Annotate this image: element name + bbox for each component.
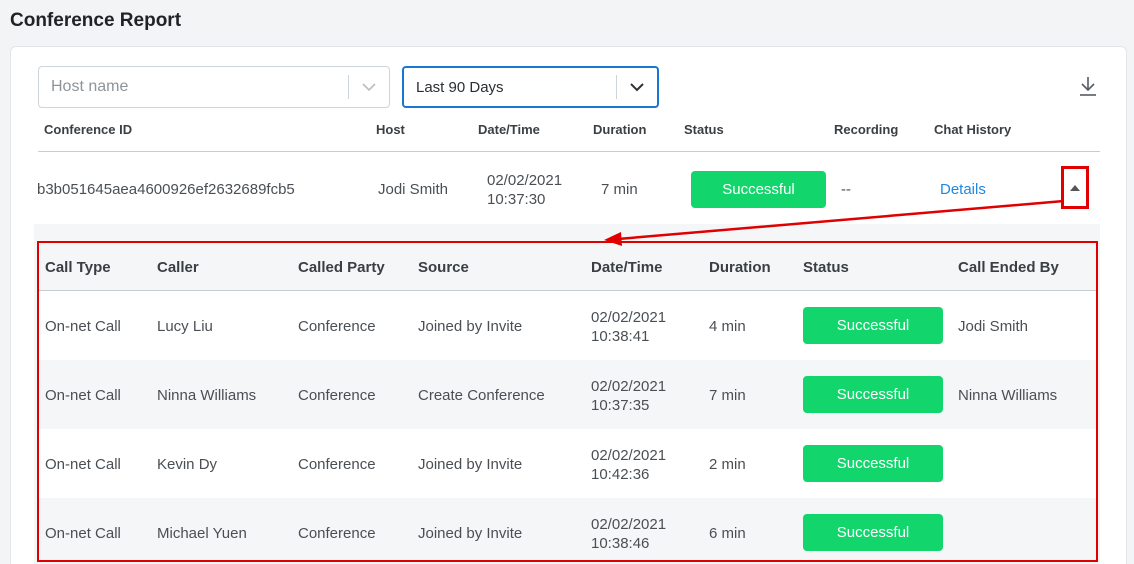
call-type: On-net Call — [45, 525, 121, 542]
source: Joined by Invite — [418, 525, 523, 542]
call-type: On-net Call — [45, 387, 121, 404]
call-type: On-net Call — [45, 318, 121, 335]
call-time: 10:37:35 — [591, 397, 650, 414]
host-name: Jodi Smith — [378, 181, 449, 198]
date-range-value: Last 90 Days — [416, 78, 504, 96]
call-duration: 4 min — [709, 318, 746, 335]
header-divider — [38, 151, 1100, 152]
called-party: Conference — [298, 456, 376, 473]
download-icon[interactable] — [1076, 74, 1100, 98]
table-row: On-net Call Michael Yuen Conference Join… — [39, 498, 1096, 560]
called-party: Conference — [298, 525, 376, 542]
col-call-duration: Duration — [709, 259, 771, 276]
call-date: 02/02/2021 — [591, 378, 667, 395]
table-row: On-net Call Lucy Liu Conference Joined b… — [39, 291, 1096, 360]
col-recording: Recording — [834, 122, 899, 137]
call-duration: 7 min — [709, 387, 746, 404]
status-badge: Successful — [803, 376, 943, 413]
call-duration: 2 min — [709, 456, 746, 473]
call-date: 02/02/2021 — [591, 447, 667, 464]
recording-value: -- — [841, 181, 851, 198]
status-badge: Successful — [803, 514, 943, 551]
col-call-ended-by: Call Ended By — [958, 259, 1059, 276]
col-conference-id: Conference ID — [44, 122, 133, 137]
call-time: 10:42:36 — [591, 466, 650, 483]
col-caller: Caller — [157, 259, 199, 276]
col-call-date-time: Date/Time — [591, 259, 663, 276]
call-date: 02/02/2021 — [591, 516, 667, 533]
col-status: Status — [684, 122, 724, 137]
host-name-placeholder: Host name — [51, 78, 129, 95]
conference-duration: 7 min — [601, 181, 638, 198]
status-badge: Successful — [803, 445, 943, 482]
called-party: Conference — [298, 318, 376, 335]
host-name-select[interactable]: Host name — [38, 66, 390, 108]
call-date: 02/02/2021 — [591, 309, 667, 326]
call-ended-by: Ninna Williams — [958, 387, 1058, 404]
caller: Michael Yuen — [157, 525, 247, 542]
chevron-down-icon[interactable] — [617, 68, 657, 106]
status-badge: Successful — [803, 307, 943, 344]
col-host: Host — [376, 122, 405, 137]
call-details-panel: Call Type Caller Called Party Source Dat… — [37, 241, 1098, 562]
date-range-select[interactable]: Last 90 Days — [402, 66, 659, 108]
chat-history-details-link[interactable]: Details — [940, 180, 986, 199]
col-called-party: Called Party — [298, 259, 385, 276]
call-type: On-net Call — [45, 456, 121, 473]
source: Create Conference — [418, 387, 545, 404]
source: Joined by Invite — [418, 456, 523, 473]
caller: Kevin Dy — [157, 456, 218, 473]
status-badge: Successful — [691, 171, 826, 208]
caret-up-icon — [1070, 184, 1080, 191]
caller: Lucy Liu — [157, 318, 213, 335]
collapse-row-toggle[interactable] — [1061, 166, 1089, 209]
table-row: On-net Call Ninna Williams Conference Cr… — [39, 360, 1096, 429]
page-title: Conference Report — [10, 10, 182, 31]
call-ended-by: Jodi Smith — [958, 318, 1029, 335]
caller: Ninna Williams — [157, 387, 257, 404]
conference-id: b3b051645aea4600926ef2632689fcb5 — [37, 181, 295, 198]
conference-date: 02/02/2021 — [487, 172, 563, 189]
col-date-time: Date/Time — [478, 122, 540, 137]
call-duration: 6 min — [709, 525, 746, 542]
col-call-status: Status — [803, 259, 849, 276]
call-time: 10:38:41 — [591, 328, 650, 345]
table-row: On-net Call Kevin Dy Conference Joined b… — [39, 429, 1096, 498]
col-call-type: Call Type — [45, 259, 111, 276]
source: Joined by Invite — [418, 318, 523, 335]
called-party: Conference — [298, 387, 376, 404]
col-chat-history: Chat History — [934, 122, 1012, 137]
col-duration: Duration — [593, 122, 647, 137]
chevron-down-icon[interactable] — [349, 67, 389, 107]
col-source: Source — [418, 259, 469, 276]
conference-time: 10:37:30 — [487, 191, 546, 208]
call-time: 10:38:46 — [591, 535, 650, 552]
